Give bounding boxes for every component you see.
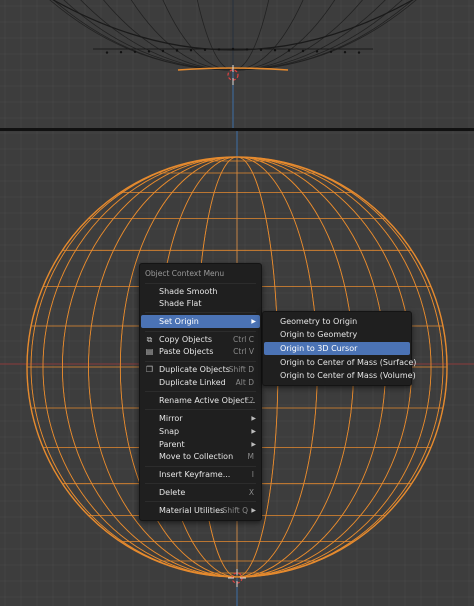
vertex-dot bbox=[119, 51, 123, 54]
menu-item-label: Duplicate Objects bbox=[159, 365, 230, 374]
vertex-dot bbox=[329, 50, 333, 53]
menu-item-shortcut: Shift D bbox=[228, 365, 254, 374]
menu-item-mirror[interactable]: Mirror ▶ bbox=[141, 412, 260, 425]
menu-item-label: Set Origin bbox=[159, 317, 199, 326]
submenu-item-origin-to-center-of-mass-volume[interactable]: Origin to Center of Mass (Volume) bbox=[264, 369, 416, 382]
menu-separator bbox=[145, 501, 256, 502]
submenu-item-label: Origin to Geometry bbox=[280, 330, 358, 339]
menu-item-label: Paste Objects bbox=[159, 347, 214, 356]
submenu-item-label: Origin to Center of Mass (Volume) bbox=[280, 371, 416, 380]
set-origin-submenu: Geometry to Origin Origin to Geometry Or… bbox=[262, 311, 416, 386]
menu-item-label: Duplicate Linked bbox=[159, 378, 226, 387]
menu-item-paste-objects[interactable]: ▤ Paste Objects Ctrl V bbox=[141, 345, 260, 358]
submenu-item-origin-to-geometry[interactable]: Origin to Geometry bbox=[264, 328, 410, 341]
vertex-dot bbox=[161, 49, 165, 53]
submenu-item-origin-to-center-of-mass-surface[interactable]: Origin to Center of Mass (Surface) bbox=[264, 356, 416, 369]
vertex-dot bbox=[315, 50, 319, 53]
duplicate-icon: ❐ bbox=[145, 365, 154, 374]
menu-separator bbox=[145, 391, 256, 392]
menu-item-label: Delete bbox=[159, 488, 186, 497]
cap-edge bbox=[232, 0, 270, 71]
menu-item-label: Material Utilities bbox=[159, 506, 225, 515]
submenu-item-label: Geometry to Origin bbox=[280, 317, 358, 326]
paste-icon: ▤ bbox=[145, 347, 154, 356]
menu-item-material-utilities[interactable]: Material Utilities Shift Q ▶ bbox=[141, 504, 260, 517]
menu-item-label: Mirror bbox=[159, 414, 183, 423]
submenu-item-label: Origin to Center of Mass (Surface) bbox=[280, 358, 417, 367]
vertex-dot bbox=[203, 48, 207, 51]
submenu-arrow-icon: ▶ bbox=[251, 415, 256, 422]
object-context-menu: Object Context Menu Shade Smooth Shade F… bbox=[139, 263, 262, 521]
cap-edge bbox=[232, 0, 386, 71]
menu-item-shortcut: Shift Q bbox=[222, 506, 248, 515]
menu-separator bbox=[145, 409, 256, 410]
menu-item-rename-active-object[interactable]: Rename Active Object... F2 bbox=[141, 394, 260, 407]
menu-item-duplicate-linked[interactable]: Duplicate Linked Alt D bbox=[141, 376, 260, 389]
submenu-arrow-icon: ▶ bbox=[251, 507, 256, 514]
vertex-dot bbox=[189, 49, 193, 52]
cap-edge bbox=[196, 0, 234, 71]
menu-item-shortcut: I bbox=[251, 470, 254, 479]
submenu-arrow-icon: ▶ bbox=[251, 318, 256, 325]
vertex-dot bbox=[343, 51, 347, 54]
vertex-dot bbox=[357, 51, 361, 54]
menu-item-shortcut: M bbox=[247, 452, 254, 461]
menu-item-delete[interactable]: Delete X bbox=[141, 486, 260, 499]
vertex-dot bbox=[301, 49, 305, 53]
cap-edge bbox=[80, 0, 234, 71]
cap-edge bbox=[232, 0, 363, 71]
submenu-item-geometry-to-origin[interactable]: Geometry to Origin bbox=[264, 315, 410, 328]
menu-separator bbox=[145, 312, 256, 313]
menu-title: Object Context Menu bbox=[145, 269, 225, 278]
menu-item-shortcut: X bbox=[248, 488, 254, 497]
vertex-dot bbox=[133, 50, 137, 53]
vertex-dot bbox=[287, 49, 291, 52]
menu-item-label: Shade Flat bbox=[159, 299, 202, 308]
menu-item-label: Move to Collection bbox=[159, 452, 234, 461]
vertex-dot bbox=[105, 51, 109, 54]
menu-separator bbox=[145, 466, 256, 467]
menu-item-shade-flat[interactable]: Shade Flat bbox=[141, 297, 260, 310]
vertex-dot bbox=[273, 49, 277, 52]
menu-separator bbox=[145, 483, 256, 484]
menu-item-set-origin[interactable]: Set Origin ▶ bbox=[141, 315, 260, 328]
submenu-arrow-icon: ▶ bbox=[251, 428, 256, 435]
menu-item-insert-keyframe[interactable]: Insert Keyframe... I bbox=[141, 468, 260, 481]
menu-item-shortcut: Alt D bbox=[235, 378, 254, 387]
vertex-dot bbox=[259, 48, 263, 51]
menu-item-label: Insert Keyframe... bbox=[159, 470, 231, 479]
menu-item-snap[interactable]: Snap ▶ bbox=[141, 425, 260, 438]
vertex-dot bbox=[245, 48, 249, 51]
submenu-item-label: Origin to 3D Cursor bbox=[280, 344, 358, 353]
menu-item-move-to-collection[interactable]: Move to Collection M bbox=[141, 450, 260, 463]
menu-item-label: Rename Active Object... bbox=[159, 396, 256, 405]
submenu-item-origin-to-3d-cursor[interactable]: Origin to 3D Cursor bbox=[264, 342, 410, 355]
viewport-top-canvas[interactable] bbox=[0, 0, 474, 128]
viewport-top[interactable] bbox=[0, 0, 474, 128]
menu-item-shortcut: F2 bbox=[244, 396, 254, 405]
vertex-dot bbox=[231, 47, 235, 51]
menu-item-shortcut: Ctrl V bbox=[233, 347, 254, 356]
vertex-dot bbox=[175, 49, 179, 52]
menu-item-label: Snap bbox=[159, 427, 180, 436]
vertex-dot bbox=[147, 50, 151, 53]
menu-separator bbox=[145, 361, 256, 362]
menu-separator bbox=[145, 331, 256, 332]
vertex-dot bbox=[217, 48, 221, 51]
menu-item-duplicate-objects[interactable]: ❐ Duplicate Objects Shift D bbox=[141, 363, 260, 376]
menu-separator bbox=[145, 283, 256, 284]
